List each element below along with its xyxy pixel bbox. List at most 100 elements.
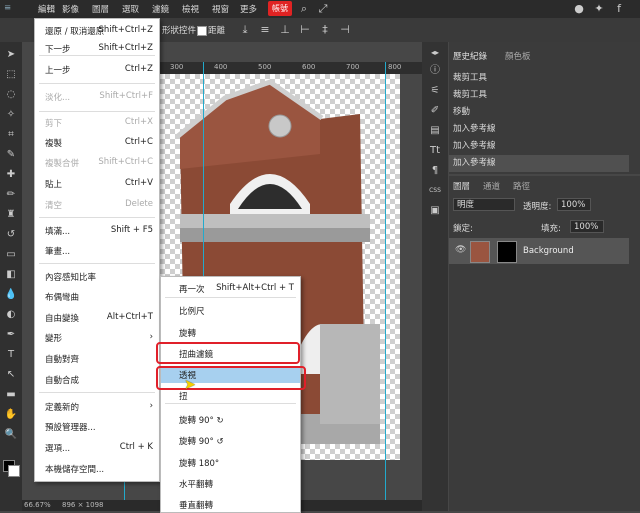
- edit-menu-item[interactable]: 預設管理器...: [35, 419, 159, 435]
- dodge-tool-icon[interactable]: ◐: [2, 306, 20, 324]
- stamp-tool-icon[interactable]: ♜: [2, 206, 20, 224]
- twitter-icon[interactable]: ✦: [592, 2, 606, 16]
- submenu-item[interactable]: 再一次 Shift+Alt+Ctrl + T: [161, 280, 300, 297]
- history-item[interactable]: 移動: [449, 104, 629, 121]
- history-item[interactable]: 裁剪工具: [449, 87, 629, 104]
- text-tool-icon[interactable]: T: [2, 346, 20, 364]
- history-brush-icon[interactable]: ↺: [2, 226, 20, 244]
- tab-swatches[interactable]: 顏色板: [505, 50, 531, 62]
- submenu-item[interactable]: 垂直翻轉: [161, 496, 300, 513]
- magic-wand-icon[interactable]: ✧: [2, 106, 20, 124]
- edit-menu-item[interactable]: 布偶彎曲: [35, 289, 159, 305]
- eraser-tool-icon[interactable]: ▭: [2, 246, 20, 264]
- edit-menu-item[interactable]: 貼上 Ctrl+V: [35, 176, 159, 192]
- edit-menu-item[interactable]: 本機儲存空間...: [35, 461, 159, 477]
- submenu-item[interactable]: 旋轉: [161, 324, 300, 341]
- distance-checkbox[interactable]: [197, 26, 207, 36]
- menu-edit-partial[interactable]: ≡: [4, 3, 11, 13]
- submenu-item[interactable]: 旋轉 90° ↻: [161, 411, 300, 428]
- account-button[interactable]: 帳號: [268, 1, 292, 16]
- align-center-icon[interactable]: ‡: [318, 23, 332, 37]
- brush-settings-icon[interactable]: ✐: [426, 102, 444, 120]
- edit-menu-item-shortcut: Ctrl+C: [124, 137, 153, 147]
- layer-row[interactable]: 👁 Background: [449, 238, 629, 264]
- facebook-icon[interactable]: f: [612, 2, 626, 16]
- edit-menu-item[interactable]: 複製 Ctrl+C: [35, 135, 159, 151]
- blend-mode-select[interactable]: 明度: [453, 198, 515, 211]
- edit-menu-item[interactable]: 變形 ›: [35, 330, 159, 346]
- submenu-item[interactable]: 旋轉 180°: [161, 454, 300, 471]
- menu-view[interactable]: 檢視: [182, 3, 199, 15]
- eye-icon[interactable]: 👁: [455, 245, 466, 255]
- edit-menu-item[interactable]: 複製合併 Shift+Ctrl+C: [35, 155, 159, 171]
- background-color-swatch[interactable]: [8, 465, 20, 477]
- submenu-item-shortcut: Shift+Alt+Ctrl + T: [216, 283, 294, 293]
- opacity-input[interactable]: 100%: [557, 198, 591, 211]
- menu-more[interactable]: 更多: [240, 3, 257, 15]
- edit-menu-item[interactable]: 筆畫...: [35, 243, 159, 259]
- brush-tool-icon[interactable]: ✏: [2, 186, 20, 204]
- zoom-tool-icon[interactable]: 🔍: [2, 426, 20, 444]
- move-tool-icon[interactable]: ➤: [2, 46, 20, 64]
- edit-menu-item[interactable]: 清空 Delete: [35, 197, 159, 213]
- pen-tool-icon[interactable]: ✒: [2, 326, 20, 344]
- edit-menu-item[interactable]: 淡化... Shift+Ctrl+F: [35, 89, 159, 105]
- fullscreen-icon[interactable]: ⤢: [316, 2, 330, 16]
- css-icon[interactable]: CSS: [426, 182, 444, 200]
- shape-tool-icon[interactable]: ▬: [2, 386, 20, 404]
- edit-menu-item[interactable]: 自動合成: [35, 372, 159, 388]
- paragraph-icon[interactable]: ¶: [426, 162, 444, 180]
- reddit-icon[interactable]: ●: [572, 2, 586, 16]
- edit-menu-item[interactable]: 內容感知比率: [35, 269, 159, 285]
- edit-menu-item[interactable]: 填滿... Shift + F5: [35, 223, 159, 239]
- history-item[interactable]: 加入參考線: [449, 138, 629, 155]
- edit-menu-item[interactable]: 自由變換 Alt+Ctrl+T: [35, 310, 159, 326]
- tab-paths[interactable]: 路徑: [513, 180, 530, 192]
- crop-tool-icon[interactable]: ⌗: [2, 126, 20, 144]
- menu-image[interactable]: 影像: [62, 3, 79, 15]
- submenu-item[interactable]: 旋轉 90° ↺: [161, 432, 300, 449]
- history-item[interactable]: 加入參考線: [449, 121, 629, 138]
- ruler-tick: 300: [170, 63, 184, 71]
- align-middle-icon[interactable]: ≡: [258, 23, 272, 37]
- path-select-icon[interactable]: ↖: [2, 366, 20, 384]
- tab-layers[interactable]: 圖層: [453, 180, 470, 192]
- menu-filter[interactable]: 濾鏡: [152, 3, 169, 15]
- menu-layer[interactable]: 圖層: [92, 3, 109, 15]
- search-icon[interactable]: ⌕: [297, 2, 311, 16]
- menu-window[interactable]: 視窗: [212, 3, 229, 15]
- info-icon[interactable]: ⓘ: [426, 62, 444, 80]
- layer-comp-icon[interactable]: ▤: [426, 122, 444, 140]
- adjust-icon[interactable]: ⚟: [426, 82, 444, 100]
- edit-menu-item[interactable]: 還原 / 取消還原 Shift+Ctrl+Z: [35, 23, 159, 39]
- align-right-icon[interactable]: ⊣: [338, 23, 352, 37]
- submenu-item[interactable]: 比例尺: [161, 302, 300, 319]
- align-bottom-icon[interactable]: ⊥: [278, 23, 292, 37]
- menu-select[interactable]: 選取: [122, 3, 139, 15]
- edit-menu-item[interactable]: 上一步 Ctrl+Z: [35, 62, 159, 78]
- align-top-icon[interactable]: ⤓: [238, 23, 252, 37]
- fill-tool-icon[interactable]: ◧: [2, 266, 20, 284]
- hand-tool-icon[interactable]: ✋: [2, 406, 20, 424]
- edit-menu-item[interactable]: 選項... Ctrl + K: [35, 440, 159, 456]
- character-icon[interactable]: Tt: [426, 142, 444, 160]
- tab-history[interactable]: 歷史紀錄: [453, 50, 487, 62]
- edit-menu-item[interactable]: 自動對齊: [35, 351, 159, 367]
- submenu-item[interactable]: 水平翻轉: [161, 475, 300, 492]
- fill-input[interactable]: 100%: [570, 220, 604, 233]
- lasso-tool-icon[interactable]: ◌: [2, 86, 20, 104]
- edit-menu-item[interactable]: 剪下 Ctrl+X: [35, 115, 159, 131]
- history-item[interactable]: 加入參考線: [449, 155, 629, 172]
- healing-icon[interactable]: ✚: [2, 166, 20, 184]
- image-icon[interactable]: ▣: [426, 202, 444, 220]
- edit-menu-item[interactable]: 定義新的 ›: [35, 399, 159, 415]
- history-item[interactable]: 裁剪工具: [449, 70, 629, 87]
- align-left-icon[interactable]: ⊢: [298, 23, 312, 37]
- blur-tool-icon[interactable]: 💧: [2, 286, 20, 304]
- collapse-arrows-icon[interactable]: ◂▸: [426, 44, 444, 62]
- menu-edit[interactable]: 編輯: [38, 3, 55, 15]
- tab-channels[interactable]: 通道: [483, 180, 500, 192]
- eyedropper-icon[interactable]: ✎: [2, 146, 20, 164]
- marquee-tool-icon[interactable]: ⬚: [2, 66, 20, 84]
- guide-line[interactable]: [385, 62, 386, 511]
